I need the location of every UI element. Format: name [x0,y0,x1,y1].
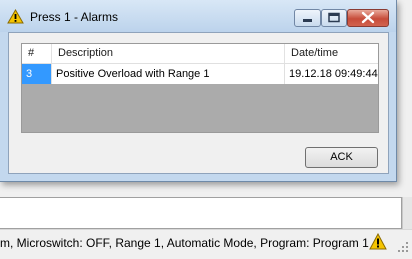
background-panel [0,197,402,229]
close-button[interactable] [347,9,389,27]
row-description: Positive Overload with Range 1 [52,64,285,84]
column-header-description[interactable]: Description [52,44,285,63]
maximize-button[interactable] [321,9,347,27]
minimize-button[interactable] [294,9,321,27]
list-header: # Description Date/time [22,44,378,64]
ack-button[interactable]: ACK [305,147,378,168]
row-datetime: 19.12.18 09:49:44 [289,68,378,80]
status-text: m, Microswitch: OFF, Range 1, Automatic … [0,236,369,250]
dialog-title: Press 1 - Alarms [30,10,119,24]
alarms-list[interactable]: # Description Date/time 3 Positive Overl… [21,43,379,133]
minimize-icon [303,19,312,22]
resize-grip-icon[interactable] [396,240,410,254]
column-header-datetime[interactable]: Date/time [285,44,378,63]
warning-icon [7,9,24,24]
status-bar: m, Microswitch: OFF, Range 1, Automatic … [0,229,412,259]
title-bar[interactable]: Press 1 - Alarms [0,0,396,32]
table-row[interactable]: 3 Positive Overload with Range 1 19.12.1… [22,64,378,84]
column-header-number[interactable]: # [22,44,52,63]
dialog-client-area: # Description Date/time 3 Positive Overl… [8,32,389,174]
warning-icon[interactable] [369,233,387,250]
background-scrollbar[interactable] [402,197,412,229]
alarms-dialog: Press 1 - Alarms # Description Date/time [0,0,397,182]
maximize-icon [328,12,340,23]
row-number: 3 [22,64,52,84]
close-icon [361,11,375,24]
